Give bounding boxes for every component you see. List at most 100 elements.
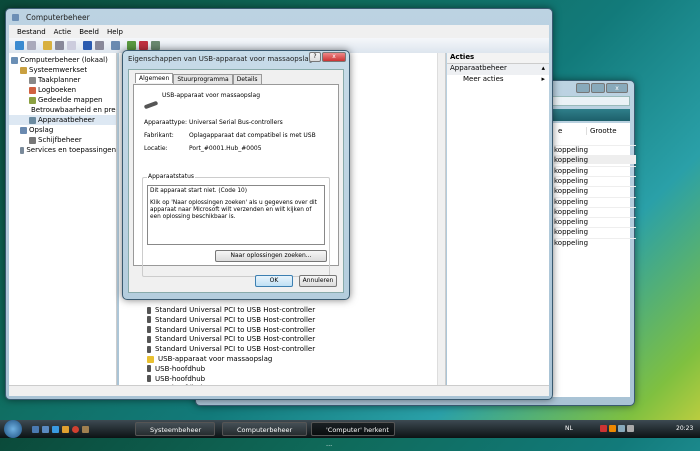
quick-launch bbox=[32, 425, 89, 433]
enable-icon[interactable] bbox=[151, 41, 160, 50]
collapse-icon[interactable]: ▴ bbox=[541, 64, 545, 75]
device-status-text[interactable]: Dit apparaat start niet. (Code 10) Klik … bbox=[147, 185, 325, 245]
menu-actie[interactable]: Actie bbox=[54, 28, 72, 36]
network-icon[interactable] bbox=[618, 425, 625, 432]
tree-item[interactable]: Services en toepassingen bbox=[9, 145, 116, 155]
file-row[interactable]: koppeling bbox=[554, 206, 636, 216]
minimize-button[interactable] bbox=[576, 83, 590, 93]
device-item[interactable]: USB-apparaat voor massaopslag bbox=[147, 354, 272, 364]
status-line: Dit apparaat start niet. (Code 10) bbox=[150, 188, 247, 194]
start-button[interactable] bbox=[4, 420, 22, 438]
scan-hardware-icon[interactable] bbox=[111, 41, 120, 50]
tab-stuurprogramma[interactable]: Stuurprogramma bbox=[173, 74, 233, 84]
tree-item[interactable]: Gedeelde mappen bbox=[9, 95, 116, 105]
tree-item[interactable]: Schijfbeheer bbox=[9, 135, 116, 145]
menu-bestand[interactable]: Bestand bbox=[17, 28, 46, 36]
device-label: Standard Universal PCI to USB Host-contr… bbox=[155, 345, 316, 354]
taskbar-systeembeheer[interactable]: Systeembeheer bbox=[135, 422, 215, 436]
close-button[interactable]: x bbox=[322, 52, 346, 62]
actions-pane: Acties Apparaatbeheer ▴ Meer acties ▸ bbox=[447, 53, 549, 385]
tree-item-label: Taakplanner bbox=[38, 76, 81, 84]
tree-item-label: Apparaatbeheer bbox=[38, 116, 95, 124]
chrome-icon[interactable] bbox=[72, 425, 79, 433]
forward-icon[interactable] bbox=[27, 41, 36, 50]
properties-dialog[interactable]: Eigenschappen van USB-apparaat voor mass… bbox=[122, 50, 350, 300]
file-row[interactable]: koppeling bbox=[554, 155, 636, 165]
tree-item[interactable]: Logboeken bbox=[9, 85, 116, 95]
find-solutions-button[interactable]: Naar oplossingen zoeken... bbox=[215, 250, 327, 262]
file-row[interactable]: koppeling bbox=[554, 145, 636, 154]
tab-details[interactable]: Details bbox=[232, 74, 262, 84]
up-folder-icon[interactable] bbox=[43, 41, 52, 50]
device-name: USB-apparaat voor massaopslag bbox=[162, 92, 261, 99]
tree-item[interactable]: Betrouwbaarheid en prestaties bbox=[9, 105, 116, 115]
file-row[interactable]: koppeling bbox=[554, 227, 636, 236]
maximize-button[interactable] bbox=[591, 83, 605, 93]
column-header-size[interactable]: Grootte bbox=[586, 127, 617, 135]
tree-node-icon bbox=[29, 86, 36, 94]
cancel-button[interactable]: Annuleren bbox=[299, 275, 337, 287]
device-label: USB-apparaat voor massaopslag bbox=[158, 355, 273, 363]
general-tab-page: USB-apparaat voor massaopslag Apparaatty… bbox=[133, 84, 339, 277]
clock[interactable]: 20:23 bbox=[676, 425, 693, 432]
device-item[interactable]: USB-hoofdhub bbox=[147, 374, 205, 384]
help-button[interactable]: ? bbox=[309, 52, 321, 62]
volume-icon[interactable] bbox=[627, 425, 634, 432]
media-icon[interactable] bbox=[62, 425, 69, 433]
action-pane-icon[interactable] bbox=[95, 41, 104, 50]
menu-beeld[interactable]: Beeld bbox=[79, 28, 99, 36]
device-label: Standard Universal PCI to USB Host-contr… bbox=[155, 306, 316, 314]
menu-bar: Bestand Actie Beeld Help bbox=[9, 25, 549, 38]
ok-button[interactable]: OK bbox=[255, 275, 293, 287]
device-item[interactable]: Standard Universal PCI to USB Host-contr… bbox=[147, 315, 315, 325]
file-row[interactable]: koppeling bbox=[554, 237, 636, 247]
file-row[interactable]: koppeling bbox=[554, 196, 636, 206]
ie-icon[interactable] bbox=[52, 425, 59, 433]
tree-item[interactable]: Computerbeheer (lokaal) bbox=[9, 55, 116, 65]
back-icon[interactable] bbox=[15, 41, 24, 50]
properties-icon[interactable] bbox=[67, 41, 76, 50]
taskbar-computerbeheer[interactable]: Computerbeheer bbox=[222, 422, 307, 436]
file-row[interactable]: koppeling bbox=[554, 217, 636, 226]
tree-item[interactable]: Opslag bbox=[9, 125, 116, 135]
tree-item[interactable]: Apparaatbeheer bbox=[9, 115, 116, 125]
device-item[interactable]: Standard Universal PCI to USB Host-contr… bbox=[147, 305, 315, 315]
tree-node-icon bbox=[29, 96, 36, 104]
device-item[interactable]: Standard Universal PCI to USB Host-contr… bbox=[147, 334, 315, 344]
device-label: Standard Universal PCI to USB Host-contr… bbox=[155, 325, 316, 334]
device-item[interactable]: Standard Universal PCI to USB Host-contr… bbox=[147, 325, 315, 335]
scrollbar[interactable] bbox=[437, 53, 445, 385]
tray-icons bbox=[600, 425, 634, 432]
update-driver-icon[interactable] bbox=[127, 41, 136, 50]
file-row[interactable]: koppeling bbox=[554, 175, 636, 185]
language-indicator[interactable]: NL bbox=[565, 425, 573, 432]
help-icon[interactable] bbox=[83, 41, 92, 50]
more-actions[interactable]: Meer acties ▸ bbox=[447, 75, 549, 86]
device-item[interactable]: Standard Universal PCI to USB Host-contr… bbox=[147, 344, 315, 354]
tree-node-icon bbox=[29, 136, 36, 144]
show-desktop-icon[interactable] bbox=[32, 425, 39, 433]
tree-item[interactable]: Taakplanner bbox=[9, 75, 116, 85]
uninstall-icon[interactable] bbox=[139, 41, 148, 50]
menu-help[interactable]: Help bbox=[107, 28, 123, 36]
usb-plug-icon bbox=[147, 335, 151, 343]
actions-section[interactable]: Apparaatbeheer ▴ bbox=[447, 64, 549, 75]
tree-item-label: Logboeken bbox=[38, 86, 77, 94]
tree-item-label: Gedeelde mappen bbox=[38, 96, 103, 104]
usb-plug-icon bbox=[147, 316, 151, 324]
tree-item[interactable]: Systeemwerkset bbox=[9, 65, 116, 75]
tab-algemeen[interactable]: Algemeen bbox=[135, 73, 174, 83]
tray-icon[interactable] bbox=[600, 425, 607, 432]
switch-windows-icon[interactable] bbox=[42, 425, 49, 433]
column-header-name[interactable]: e bbox=[558, 127, 562, 135]
show-tree-icon[interactable] bbox=[55, 41, 64, 50]
field-type: Apparaattype: Universal Serial Bus-contro… bbox=[144, 119, 283, 126]
file-row[interactable]: koppeling bbox=[554, 186, 636, 195]
taskbar-chrome[interactable]: 'Computer' herkent ... bbox=[311, 422, 395, 448]
tray-icon[interactable] bbox=[609, 425, 616, 432]
device-label: Standard Universal PCI to USB Host-contr… bbox=[155, 315, 316, 324]
file-row[interactable]: koppeling bbox=[554, 165, 636, 175]
app-icon[interactable] bbox=[82, 425, 89, 433]
close-button[interactable]: x bbox=[606, 83, 628, 93]
device-item[interactable]: USB-hoofdhub bbox=[147, 364, 205, 374]
